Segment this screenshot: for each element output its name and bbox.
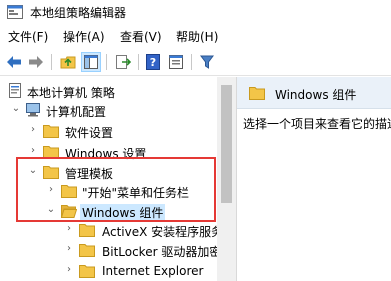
help-button[interactable]: ?: [143, 52, 163, 72]
forward-button[interactable]: [26, 52, 46, 72]
folder-icon: [249, 87, 265, 100]
folder-icon: [79, 244, 95, 257]
filter-button[interactable]: [197, 52, 217, 72]
tree-label-bitlocker: BitLocker 驱动器加密: [102, 245, 222, 259]
title-bar: 本地组策略编辑器: [0, 0, 391, 24]
chevron-right-icon[interactable]: ›: [28, 125, 38, 135]
details-description: 选择一个项目来查看它的描述。: [243, 117, 391, 131]
tree-item-ie[interactable]: › Internet Explorer: [0, 261, 220, 281]
tree-label-ie: Internet Explorer: [102, 264, 204, 278]
menu-view[interactable]: 查看(V): [120, 28, 162, 45]
tree-item-root[interactable]: 本地计算机 策略: [0, 81, 220, 101]
chevron-right-icon[interactable]: ›: [64, 265, 74, 275]
scrollbar-thumb[interactable]: [221, 85, 232, 203]
folder-icon: [79, 224, 95, 237]
tree-item-activex[interactable]: › ActiveX 安装程序服务: [0, 220, 223, 240]
up-folder-button[interactable]: [58, 52, 78, 72]
policy-doc-icon: [9, 83, 21, 98]
show-hide-tree-button[interactable]: [81, 52, 101, 72]
export-list-icon: [116, 55, 131, 69]
menu-file[interactable]: 文件(F): [8, 28, 48, 45]
toolbar: ?: [0, 48, 391, 76]
forward-arrow-icon: [29, 56, 43, 68]
tree-label-software-settings: 软件设置: [65, 126, 114, 140]
folder-icon: [43, 125, 59, 138]
properties-icon: [169, 55, 183, 69]
highlight-box: [16, 157, 216, 222]
window-title: 本地组策略编辑器: [30, 6, 127, 20]
details-header: Windows 组件: [237, 77, 391, 109]
help-icon: ?: [146, 54, 160, 70]
chevron-down-icon[interactable]: ⌄: [11, 104, 21, 114]
computer-icon: [26, 103, 40, 117]
back-button[interactable]: [4, 52, 24, 72]
back-arrow-icon: [7, 56, 21, 68]
tree-scrollbar[interactable]: [217, 77, 236, 281]
svg-text:?: ?: [150, 56, 156, 69]
tree-label-activex: ActiveX 安装程序服务: [102, 225, 224, 239]
details-pane: Windows 组件 选择一个项目来查看它的描述。: [237, 77, 391, 281]
folder-icon: [79, 265, 95, 278]
filter-icon: [200, 55, 214, 69]
show-hide-tree-icon: [84, 55, 98, 69]
menu-help[interactable]: 帮助(H): [176, 28, 218, 45]
tree-label-root: 本地计算机 策略: [27, 86, 115, 100]
tree-item-software-settings[interactable]: › 软件设置: [0, 121, 220, 141]
group-policy-icon: [7, 5, 23, 19]
menu-bar: 文件(F) 操作(A) 查看(V) 帮助(H): [0, 26, 391, 46]
tree-item-bitlocker[interactable]: › BitLocker 驱动器加密: [0, 240, 222, 260]
tree-label-computer-config: 计算机配置: [46, 105, 107, 119]
menu-action[interactable]: 操作(A): [63, 28, 105, 45]
chevron-right-icon[interactable]: ›: [64, 224, 74, 234]
chevron-right-icon[interactable]: ›: [28, 146, 38, 156]
properties-button[interactable]: [166, 52, 186, 72]
up-folder-icon: [60, 56, 76, 69]
export-list-button[interactable]: [113, 52, 133, 72]
tree-item-computer-config[interactable]: ⌄ 计算机配置: [0, 100, 220, 120]
chevron-right-icon[interactable]: ›: [64, 244, 74, 254]
details-title: Windows 组件: [275, 88, 357, 102]
